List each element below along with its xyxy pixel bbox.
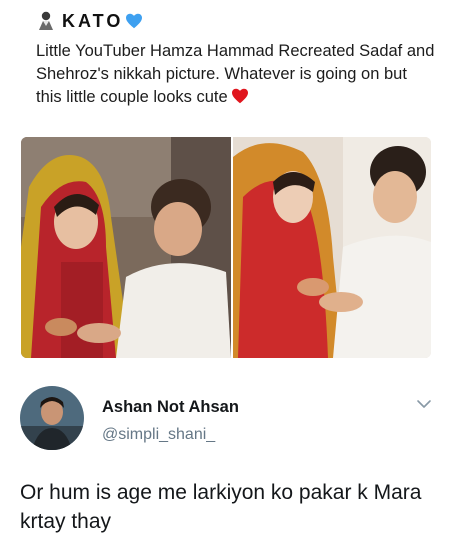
chevron-down-icon[interactable] (416, 398, 432, 410)
post-header: KATO (36, 8, 143, 34)
post-caption: Little YouTuber Hamza Hammad Recreated S… (36, 40, 436, 109)
person-icon (39, 11, 53, 30)
brand-name: KATO (62, 10, 124, 31)
blue-heart-icon (126, 13, 143, 29)
tweet-text: Or hum is age me larkiyon ko pakar k Mar… (20, 481, 422, 533)
user-handle[interactable]: @simpli_shani_ (102, 426, 215, 444)
red-heart-icon (231, 88, 248, 104)
display-name[interactable]: Ashan Not Ahsan (102, 398, 239, 417)
avatar[interactable] (20, 386, 84, 450)
children-photo (21, 137, 231, 358)
couple-photo (233, 137, 431, 358)
